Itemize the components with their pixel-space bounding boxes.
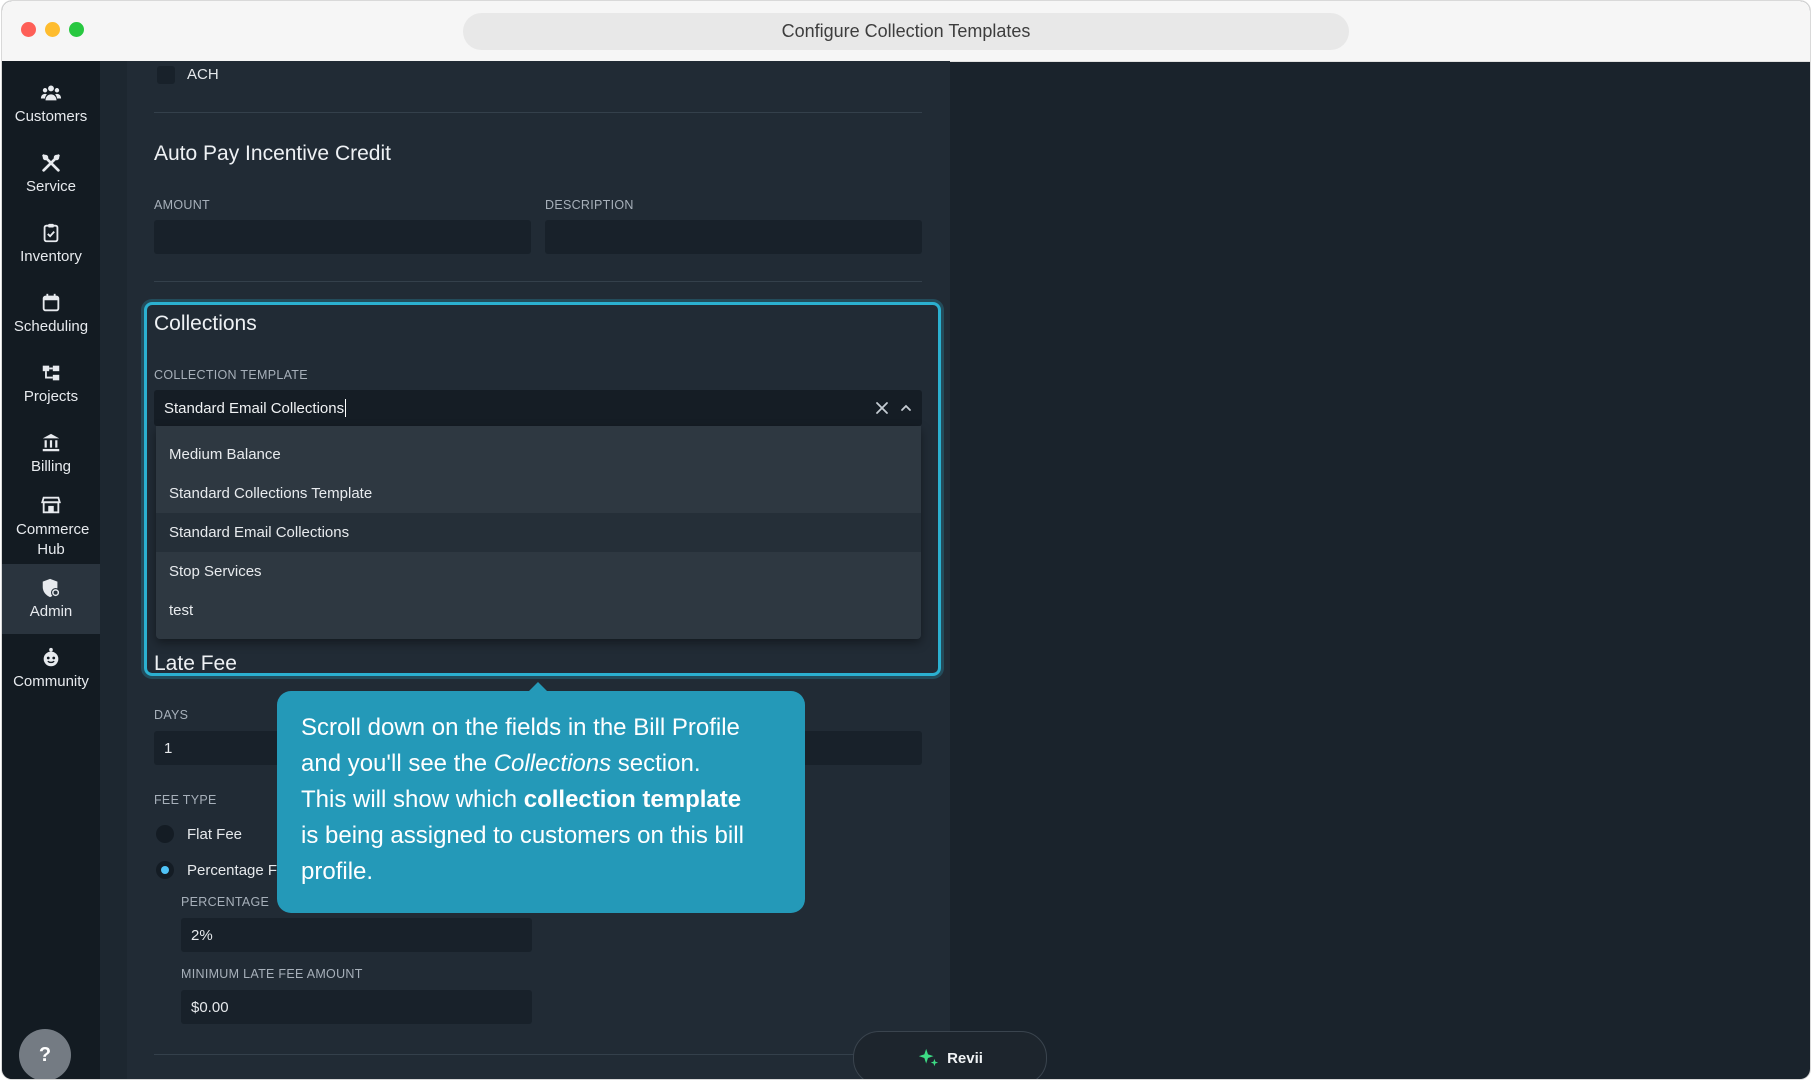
late-fee-section-title: Late Fee [154, 652, 237, 675]
maximize-window-button[interactable] [69, 22, 84, 37]
store-icon [41, 496, 61, 514]
percentage-fee-label: Percentage F [187, 862, 278, 879]
sidebar-item-label: Admin [29, 603, 73, 620]
divider [154, 281, 922, 282]
title-bar: Configure Collection Templates [2, 1, 1810, 62]
community-icon [43, 647, 59, 667]
collection-template-value: Standard Email Collections [164, 399, 345, 417]
revii-label: Revii [947, 1049, 983, 1067]
sidebar-item-service[interactable]: Service [2, 152, 100, 195]
divider [154, 1054, 922, 1055]
dropdown-option-standard-email-collections[interactable]: Standard Email Collections [156, 513, 921, 552]
tooltip-line: Scroll down on the fields in the Bill Pr… [301, 714, 740, 741]
chevron-up-icon[interactable] [896, 398, 916, 418]
sidebar-item-label: Community [13, 673, 89, 690]
window-title: Configure Collection Templates [463, 13, 1349, 50]
guide-tooltip: Scroll down on the fields in the Bill Pr… [277, 682, 805, 913]
tooltip-text: This will show which [301, 786, 524, 813]
tooltip-text: and you'll see the [301, 750, 494, 777]
sidebar-item-customers[interactable]: Customers [2, 82, 100, 125]
minimum-late-fee-label: MINIMUM LATE FEE AMOUNT [181, 967, 363, 981]
sidebar-item-label: Projects [23, 388, 79, 405]
flat-fee-label: Flat Fee [187, 826, 243, 843]
minimize-window-button[interactable] [45, 22, 60, 37]
content-gutter [100, 61, 127, 1079]
clear-icon[interactable] [872, 398, 892, 418]
sidebar-item-inventory[interactable]: Inventory [2, 222, 100, 265]
percentage-field[interactable]: 2% [181, 918, 532, 952]
help-button[interactable]: ? [19, 1029, 71, 1079]
tooltip-emphasis: Collections [493, 750, 612, 777]
sparkle-icon [918, 1048, 939, 1067]
sidebar-item-admin[interactable]: Admin [2, 564, 100, 634]
sidebar-item-scheduling[interactable]: Scheduling [2, 292, 100, 335]
days-label: DAYS [154, 708, 189, 722]
sidebar-item-community[interactable]: Community [2, 647, 100, 690]
percentage-fee-radio[interactable] [156, 861, 174, 879]
divider [154, 112, 922, 113]
app-window: Configure Collection Templates Customers… [2, 1, 1810, 1079]
sidebar-item-label: Customers [14, 108, 88, 125]
autopay-section-title: Auto Pay Incentive Credit [154, 142, 391, 165]
tools-icon [42, 154, 60, 172]
collection-template-select[interactable]: Standard Email Collections [154, 390, 922, 426]
sidebar-item-commerce-hub[interactable]: Commerce Hub [2, 494, 100, 560]
dropdown-option-stop-services[interactable]: Stop Services [156, 552, 921, 591]
tooltip-line: This will show which collection template [301, 782, 781, 818]
sidebar-item-billing[interactable]: Billing [2, 432, 100, 475]
collection-template-dropdown: Medium Balance Standard Collections Temp… [156, 426, 921, 639]
projects-icon [42, 365, 60, 381]
dropdown-option-test[interactable]: test [156, 591, 921, 630]
fee-type-label: FEE TYPE [154, 793, 217, 807]
close-window-button[interactable] [21, 22, 36, 37]
description-field[interactable] [545, 220, 922, 254]
tooltip-text: section. [611, 750, 701, 777]
sidebar: Customers Service Inventory Scheduling P… [2, 61, 100, 1079]
tooltip-line: is being assigned to customers on this b… [301, 822, 744, 849]
calendar-icon [42, 293, 60, 312]
sidebar-item-label: Service [25, 178, 77, 195]
dropdown-option-standard-collections-template[interactable]: Standard Collections Template [156, 474, 921, 513]
minimum-late-fee-field[interactable]: $0.00 [181, 990, 532, 1024]
tooltip-line: and you'll see the Collections section. [301, 746, 781, 782]
amount-field[interactable] [154, 220, 531, 254]
revii-assistant-button[interactable]: Revii [853, 1031, 1047, 1079]
ach-checkbox[interactable] [157, 66, 175, 84]
sidebar-item-label: Commerce Hub [16, 521, 90, 558]
sidebar-item-projects[interactable]: Projects [2, 362, 100, 405]
amount-label: AMOUNT [154, 198, 210, 212]
tooltip-line: profile. [301, 858, 374, 885]
collections-section-title: Collections [154, 312, 257, 335]
bank-icon [42, 433, 60, 452]
sidebar-item-label: Scheduling [13, 318, 89, 335]
tooltip-strong: collection template [523, 786, 742, 813]
ach-label: ACH [187, 66, 219, 83]
text-cursor [345, 399, 347, 417]
collection-template-label: COLLECTION TEMPLATE [154, 368, 308, 382]
description-label: DESCRIPTION [545, 198, 634, 212]
admin-shield-icon [42, 578, 61, 598]
customers-icon [40, 85, 62, 101]
sidebar-item-label: Inventory [20, 248, 82, 265]
flat-fee-radio[interactable] [156, 825, 174, 843]
dropdown-option-medium-balance[interactable]: Medium Balance [156, 435, 921, 474]
clipboard-icon [43, 223, 59, 243]
percentage-label: PERCENTAGE [181, 895, 270, 909]
sidebar-item-label: Billing [30, 458, 72, 475]
